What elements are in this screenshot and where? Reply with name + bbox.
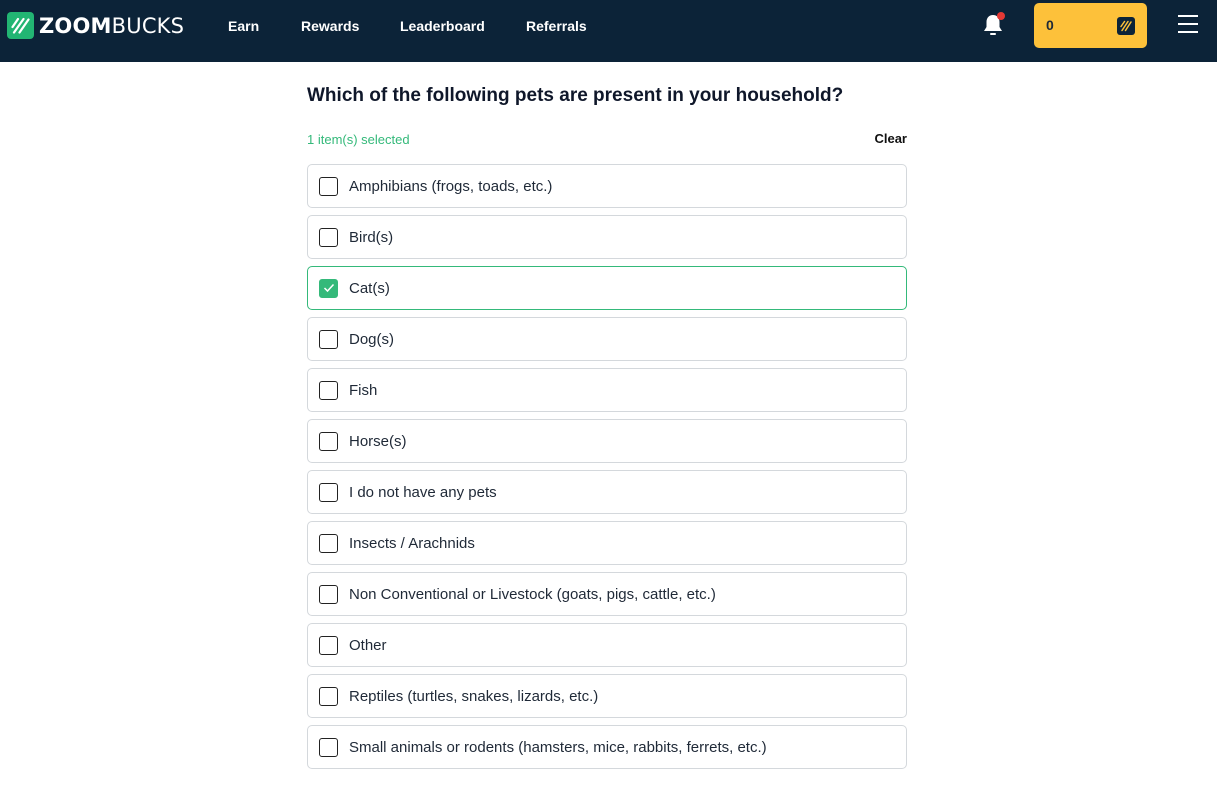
option-item[interactable]: Fish [307,368,907,412]
top-header: ZOOMBUCKS Earn Rewards Leaderboard Refer… [0,0,1217,62]
option-item[interactable]: Other [307,623,907,667]
checkbox[interactable] [319,176,338,196]
checkbox[interactable] [319,584,338,604]
option-label: Fish [349,381,378,399]
checkbox[interactable] [319,278,338,298]
brand-name: ZOOMBUCKS [39,13,185,38]
option-label: Small animals or rodents (hamsters, mice… [349,738,767,756]
option-label: Reptiles (turtles, snakes, lizards, etc.… [349,687,599,705]
checkmark-icon [323,283,334,293]
option-item[interactable]: Insects / Arachnids [307,521,907,565]
coin-icon [1117,17,1135,35]
option-label: Amphibians (frogs, toads, etc.) [349,177,553,195]
checkbox[interactable] [319,482,338,502]
option-item[interactable]: Reptiles (turtles, snakes, lizards, etc.… [307,674,907,718]
option-label: Bird(s) [349,228,394,246]
option-item[interactable]: Cat(s) [307,266,907,310]
checkbox[interactable] [319,635,338,655]
option-item[interactable]: Amphibians (frogs, toads, etc.) [307,164,907,208]
checkbox[interactable] [319,533,338,553]
options-list: Amphibians (frogs, toads, etc.) Bird(s) Ca… [307,164,907,776]
checkbox[interactable] [319,227,338,247]
nav-referrals[interactable]: Referrals [526,18,587,34]
question-title: Which of the following pets are present … [307,85,844,106]
notification-dot [997,12,1005,20]
option-label: I do not have any pets [349,483,497,501]
checkbox[interactable] [319,431,338,451]
clear-button[interactable]: Clear [874,131,907,146]
option-item[interactable]: Small animals or rodents (hamsters, mice… [307,725,907,769]
option-label: Other [349,636,387,654]
option-label: Horse(s) [349,432,407,450]
points-balance-button[interactable]: 0 [1034,3,1147,48]
nav-earn[interactable]: Earn [228,18,259,34]
option-label: Non Conventional or Livestock (goats, pi… [349,585,716,603]
nav-leaderboard[interactable]: Leaderboard [400,18,485,34]
checkbox[interactable] [319,329,338,349]
option-item[interactable]: Dog(s) [307,317,907,361]
option-item[interactable]: Horse(s) [307,419,907,463]
checkbox[interactable] [319,380,338,400]
option-label: Cat(s) [349,279,390,297]
option-item[interactable]: I do not have any pets [307,470,907,514]
zoombucks-logo[interactable]: ZOOMBUCKS [7,12,184,39]
checkbox[interactable] [319,737,338,757]
checkbox[interactable] [319,686,338,706]
hamburger-menu-icon[interactable] [1178,15,1198,33]
option-item[interactable]: Non Conventional or Livestock (goats, pi… [307,572,907,616]
option-label: Dog(s) [349,330,395,348]
logo-mark-icon [7,12,34,39]
selected-count: 1 item(s) selected [307,132,410,147]
nav-rewards[interactable]: Rewards [301,18,359,34]
points-value: 0 [1046,17,1054,33]
option-label: Insects / Arachnids [349,534,475,552]
option-item[interactable]: Bird(s) [307,215,907,259]
